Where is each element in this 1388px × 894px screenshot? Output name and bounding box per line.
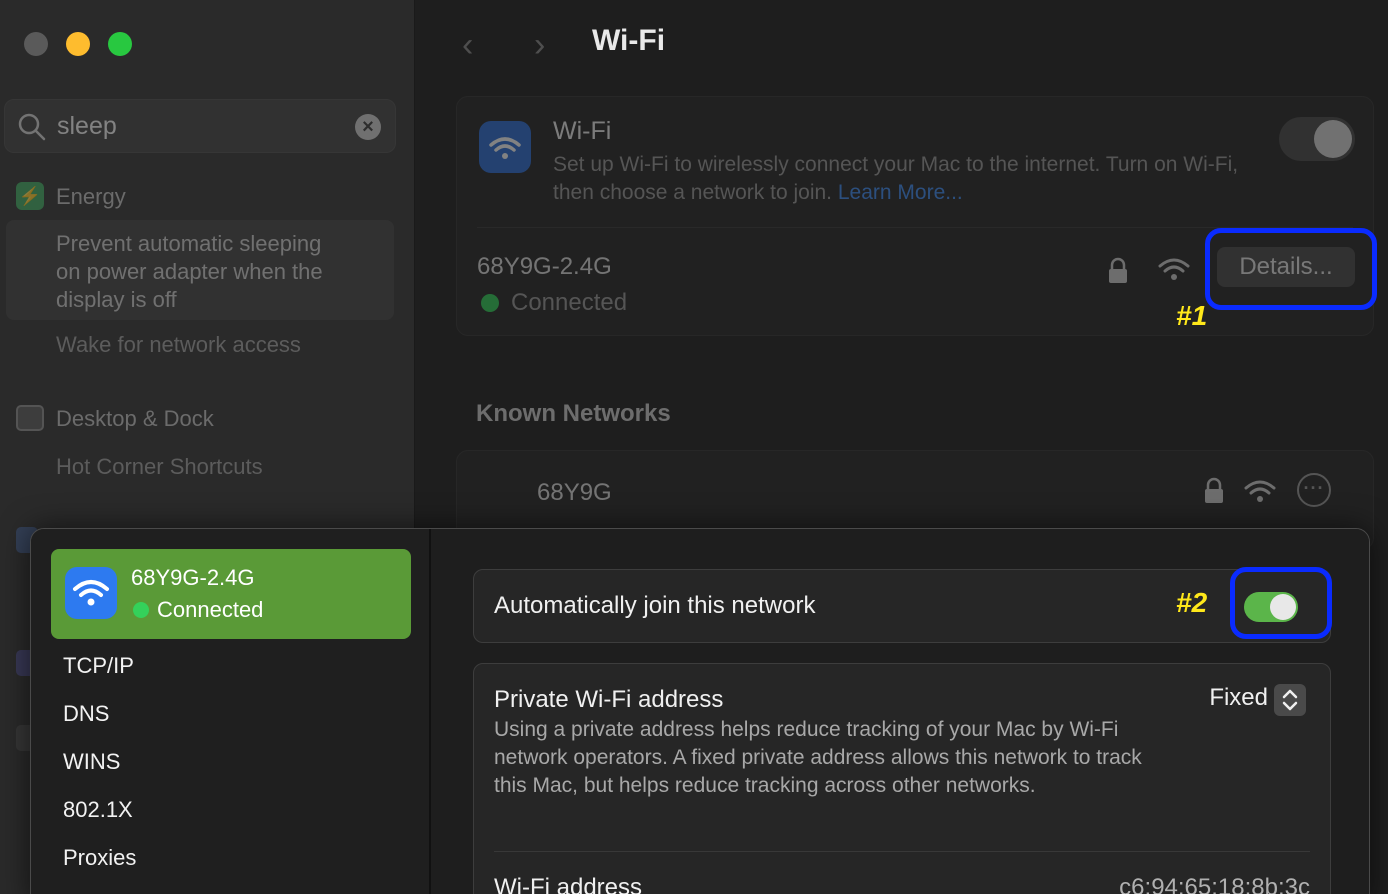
annotation-label-2: #2 <box>1176 587 1208 618</box>
lock-icon <box>1205 477 1223 503</box>
sheet-network-status: Connected <box>133 597 263 623</box>
private-address-value[interactable]: Fixed <box>1209 684 1268 712</box>
dock-icon <box>16 405 44 431</box>
search-result-label: Prevent automatic sleeping on power adap… <box>56 231 323 312</box>
annotation-box-1 <box>1205 228 1377 310</box>
search-input[interactable]: sleep <box>57 112 117 141</box>
private-address-label: Private Wi-Fi address <box>494 686 724 713</box>
sidebar-item-energy[interactable]: Energy <box>56 184 126 210</box>
energy-icon: ⚡ <box>16 182 44 210</box>
private-address-box: Private Wi-Fi address Fixed Using a priv… <box>473 663 1331 894</box>
sheet-nav-proxies[interactable]: Proxies <box>63 845 136 871</box>
wifi-description: Set up Wi-Fi to wirelessly connect your … <box>553 151 1253 207</box>
annotation-box-2 <box>1230 567 1332 639</box>
known-network-name: 68Y9G <box>537 479 612 506</box>
search-result-hot-corners[interactable]: Hot Corner Shortcuts <box>56 454 263 480</box>
sheet-nav-dns[interactable]: DNS <box>63 701 109 727</box>
wifi-heading: Wi-Fi <box>553 117 612 145</box>
minimize-window-button[interactable] <box>66 32 90 56</box>
network-status-text: Connected <box>511 289 628 316</box>
back-arrow-icon[interactable]: ‹ <box>462 26 473 65</box>
lock-icon <box>1109 257 1127 283</box>
wifi-address-label: Wi-Fi address <box>494 874 643 894</box>
wifi-icon <box>65 567 117 619</box>
sheet-content: Automatically join this network Private … <box>431 529 1369 894</box>
zoom-window-button[interactable] <box>108 32 132 56</box>
wifi-signal-icon <box>1158 258 1190 280</box>
wifi-signal-icon <box>1244 480 1276 502</box>
sheet-network-status-text: Connected <box>157 597 264 622</box>
more-options-icon[interactable]: ··· <box>1297 473 1331 507</box>
sheet-nav-wins[interactable]: WINS <box>63 749 120 775</box>
wifi-address-value: c6:94:65:18:8b:3c <box>1119 874 1310 894</box>
search-result-wake[interactable]: Wake for network access <box>56 332 301 358</box>
network-status: Connected <box>481 289 627 317</box>
search-field[interactable]: sleep × <box>4 99 396 153</box>
known-networks-title: Known Networks <box>476 400 671 427</box>
search-icon <box>18 113 46 141</box>
search-result-selected[interactable]: Prevent automatic sleeping on power adap… <box>6 220 394 320</box>
annotation-label-1: #1 <box>1176 300 1208 331</box>
chevron-updown-icon <box>1282 689 1298 711</box>
connected-dot-icon <box>133 602 149 618</box>
wifi-settings-icon <box>479 121 531 173</box>
forward-arrow-icon[interactable]: › <box>534 26 545 65</box>
divider <box>494 851 1310 852</box>
private-address-select[interactable] <box>1274 684 1306 716</box>
network-details-sheet: 68Y9G-2.4G Connected TCP/IP DNS WINS 802… <box>30 528 1370 894</box>
connected-dot-icon <box>481 294 499 312</box>
learn-more-link[interactable]: Learn More... <box>838 181 963 204</box>
sheet-nav-8021x[interactable]: 802.1X <box>63 797 133 823</box>
auto-join-label: Automatically join this network <box>494 592 816 619</box>
sheet-network-name: 68Y9G-2.4G <box>131 565 255 590</box>
current-network-name: 68Y9G-2.4G <box>477 253 612 280</box>
sidebar-item-desktop-dock[interactable]: Desktop & Dock <box>56 406 214 432</box>
clear-search-icon[interactable]: × <box>355 114 381 140</box>
sheet-network-item[interactable]: 68Y9G-2.4G Connected <box>51 549 411 639</box>
window-controls <box>24 32 132 56</box>
private-address-description: Using a private address helps reduce tra… <box>494 718 1142 797</box>
page-title: Wi-Fi <box>592 24 666 57</box>
wifi-toggle[interactable] <box>1279 117 1355 161</box>
sheet-nav-tcpip[interactable]: TCP/IP <box>63 653 134 679</box>
sheet-sidebar: 68Y9G-2.4G Connected TCP/IP DNS WINS 802… <box>31 529 431 894</box>
close-window-button[interactable] <box>24 32 48 56</box>
